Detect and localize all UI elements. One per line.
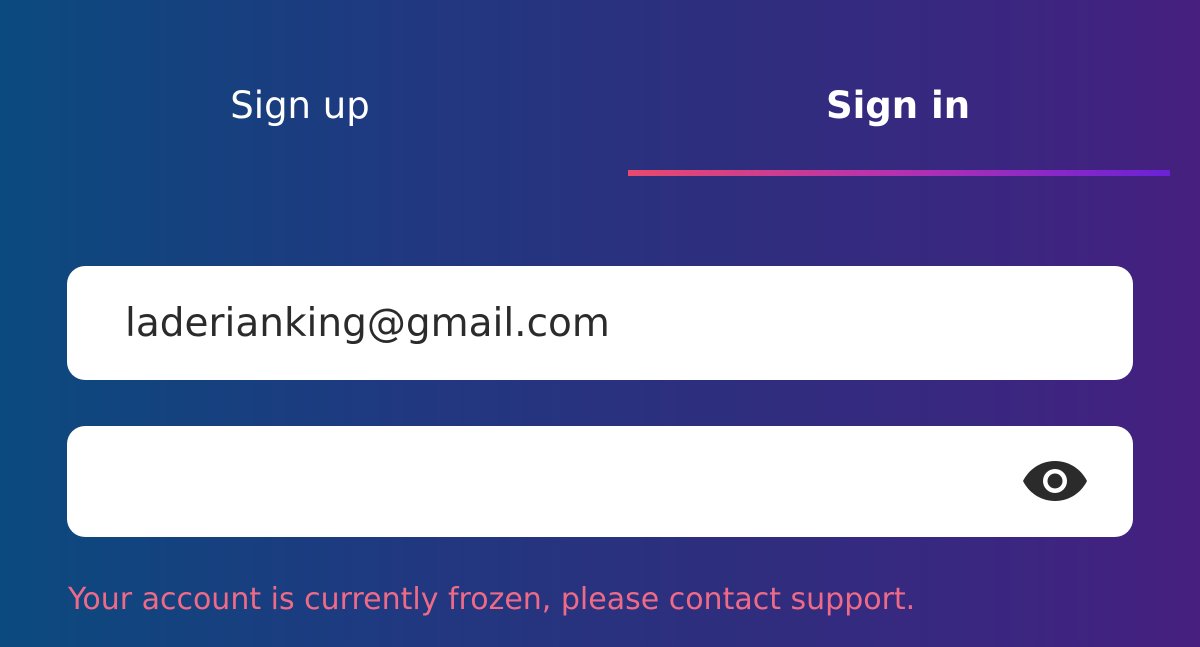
password-field-container — [67, 426, 1133, 537]
active-tab-indicator — [628, 170, 1170, 176]
eye-icon[interactable] — [1021, 458, 1089, 504]
account-frozen-error: Your account is currently frozen, please… — [68, 582, 916, 617]
password-field[interactable] — [125, 426, 1025, 537]
tab-sign-up[interactable]: Sign up — [30, 60, 570, 150]
tab-sign-in[interactable]: Sign in — [628, 60, 1168, 150]
email-field-container — [67, 266, 1133, 380]
tab-sign-up-label: Sign up — [230, 83, 370, 127]
tab-sign-in-label: Sign in — [825, 83, 971, 127]
email-field[interactable] — [125, 266, 1025, 380]
